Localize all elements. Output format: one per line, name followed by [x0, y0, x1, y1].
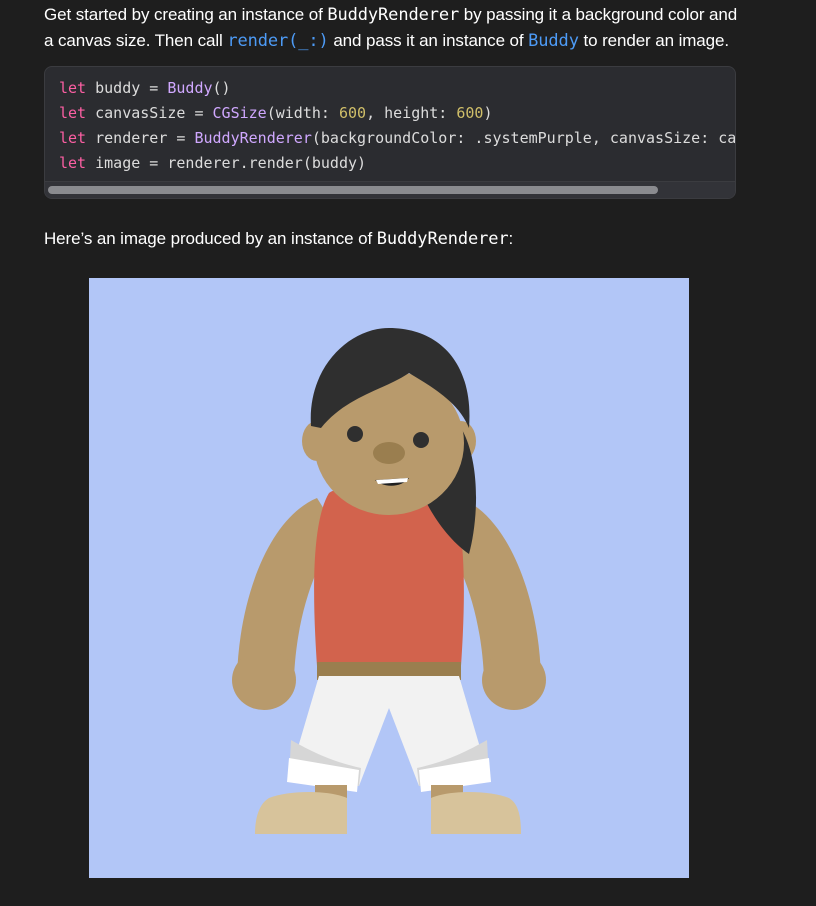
- type-name: Buddy: [167, 79, 213, 97]
- keyword: let: [59, 79, 87, 97]
- buddy-type-link[interactable]: Buddy: [528, 31, 579, 51]
- code-text: (): [212, 79, 231, 97]
- code-line-4: let image = renderer.render(buddy): [59, 154, 366, 172]
- code-line-2: let canvasSize = CGSize(width: 600, heig…: [59, 104, 493, 122]
- horizontal-scrollbar[interactable]: [45, 181, 735, 198]
- code-line-1: let buddy = Buddy(): [59, 79, 231, 97]
- left-hand: [232, 650, 296, 710]
- type-name: CGSize: [212, 104, 267, 122]
- caption-paragraph: Here’s an image produced by an instance …: [44, 226, 513, 252]
- buddy-illustration: [232, 328, 546, 834]
- right-hand: [482, 650, 546, 710]
- render-method-link[interactable]: render(_:): [227, 31, 328, 51]
- buddy-rendered-image: [89, 278, 689, 878]
- keyword: let: [59, 154, 87, 172]
- code-text: buddy =: [86, 79, 168, 97]
- nose: [373, 442, 405, 464]
- keyword: let: [59, 104, 87, 122]
- code-text: ): [483, 104, 493, 122]
- intro-text-4: to render an image.: [578, 31, 729, 50]
- code-text: image = renderer.render(buddy): [86, 154, 367, 172]
- caption-text-2: :: [508, 229, 514, 248]
- intro-text-1: Get started by creating an instance of: [44, 5, 328, 24]
- code-text: canvasSize =: [86, 104, 213, 122]
- left-shoe: [255, 792, 347, 834]
- buddy-renderer-code: BuddyRenderer: [327, 5, 460, 25]
- code-text: (width:: [266, 104, 339, 122]
- code-line-3: let renderer = BuddyRenderer(backgroundC…: [59, 129, 736, 147]
- number-literal: 600: [338, 104, 367, 122]
- code-text: , height:: [366, 104, 457, 122]
- scrollbar-thumb[interactable]: [48, 186, 658, 194]
- buddy-renderer-code: BuddyRenderer: [376, 229, 509, 249]
- right-shoe: [431, 792, 521, 834]
- left-eye: [347, 426, 363, 442]
- code-block: let buddy = Buddy() let canvasSize = CGS…: [59, 76, 736, 176]
- code-listing[interactable]: let buddy = Buddy() let canvasSize = CGS…: [44, 66, 736, 199]
- intro-paragraph: Get started by creating an instance of B…: [44, 2, 744, 54]
- code-text: (backgroundColor: .systemPurple, canvasS…: [311, 129, 736, 147]
- intro-text-3: and pass it an instance of: [328, 31, 529, 50]
- type-name: BuddyRenderer: [194, 129, 312, 147]
- caption-text-1: Here’s an image produced by an instance …: [44, 229, 377, 248]
- keyword: let: [59, 129, 87, 147]
- right-eye: [413, 432, 429, 448]
- number-literal: 600: [456, 104, 484, 122]
- code-text: renderer =: [86, 129, 195, 147]
